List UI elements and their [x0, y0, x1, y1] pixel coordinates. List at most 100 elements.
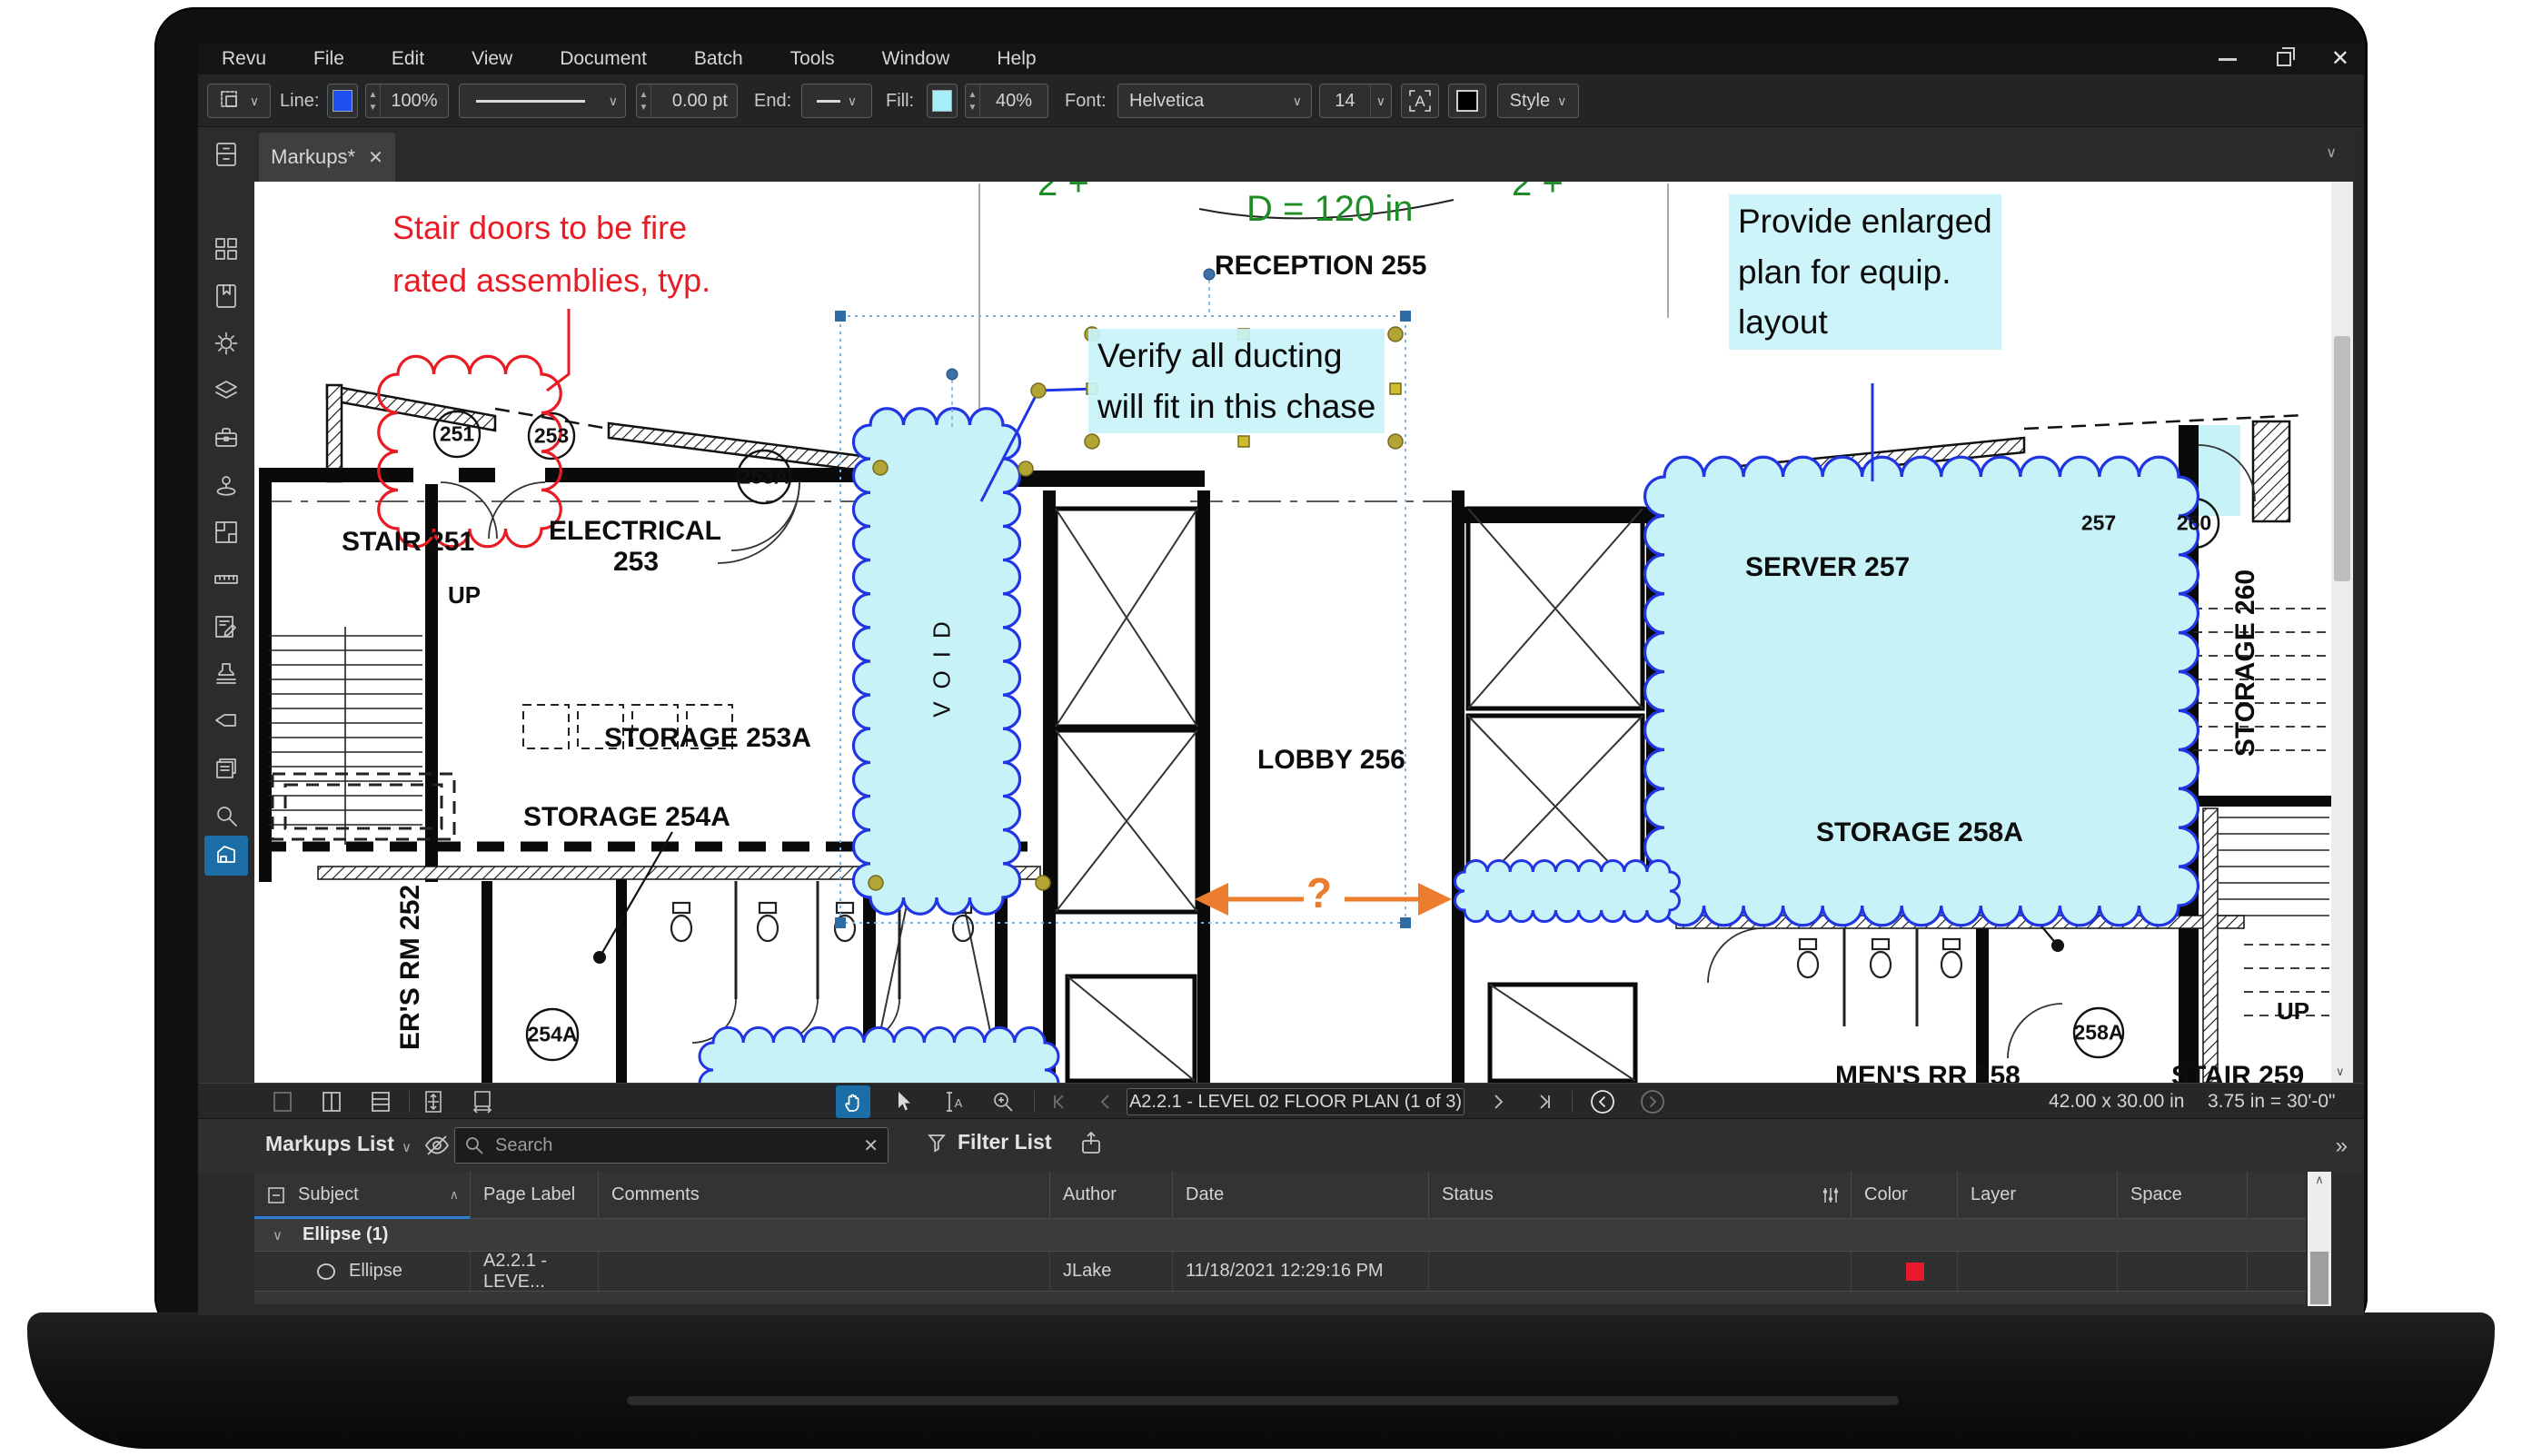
- bookmarks-icon[interactable]: [204, 276, 248, 316]
- font-dropdown[interactable]: Helvetica∨: [1117, 84, 1312, 118]
- navigation-bar: A A2.2.1 - LEVEL 02 FLOOR PLAN (1 of 3) …: [198, 1083, 2364, 1119]
- fill-opacity-stepper[interactable]: ▲▼40%: [965, 84, 1048, 118]
- hide-markups-icon[interactable]: [422, 1130, 452, 1161]
- search-input[interactable]: [493, 1134, 854, 1157]
- column-page-label[interactable]: Page Label: [470, 1172, 598, 1218]
- last-page-icon[interactable]: [1526, 1085, 1561, 1118]
- pan-hand-icon[interactable]: [836, 1085, 870, 1118]
- menu-batch[interactable]: Batch: [670, 48, 767, 70]
- page-label-box[interactable]: A2.2.1 - LEVEL 02 FLOOR PLAN (1 of 3): [1127, 1088, 1465, 1115]
- markups-search-box[interactable]: ✕: [454, 1127, 889, 1164]
- split-horizontal-icon[interactable]: [363, 1085, 398, 1118]
- scroll-up-icon[interactable]: ∧: [2308, 1172, 2331, 1188]
- menu-revu[interactable]: Revu: [198, 48, 290, 70]
- menu-tools[interactable]: Tools: [767, 48, 859, 70]
- verify-callout-markup[interactable]: Verify all ductingwill fit in this chase: [1088, 329, 1385, 433]
- collapse-all-icon[interactable]: [267, 1186, 285, 1204]
- properties-icon[interactable]: [204, 323, 248, 363]
- column-status[interactable]: Status: [1428, 1172, 1851, 1218]
- menu-view[interactable]: View: [448, 48, 536, 70]
- markup-color-swatch[interactable]: [1906, 1263, 1924, 1281]
- line-width-stepper[interactable]: ▲▼0.00 pt: [636, 84, 738, 118]
- column-subject[interactable]: Subject ∧: [254, 1172, 470, 1218]
- drawing-canvas[interactable]: Stair doors to be firerated assemblies, …: [254, 182, 2331, 1083]
- zoom-icon[interactable]: [986, 1085, 1020, 1118]
- door-bubble-253a: 253A: [740, 465, 789, 490]
- next-page-icon[interactable]: [1481, 1085, 1515, 1118]
- menu-edit[interactable]: Edit: [368, 48, 448, 70]
- status-filter-icon[interactable]: [1820, 1184, 1842, 1206]
- text-color-button[interactable]: [1448, 84, 1486, 118]
- line-style-dropdown[interactable]: ∨: [459, 84, 626, 118]
- markup-row-ellipse[interactable]: Ellipse A2.2.1 - LEVE... JLake 11/18/202…: [254, 1252, 2306, 1292]
- line-color-swatch[interactable]: [327, 84, 358, 118]
- scroll-down-icon[interactable]: ∨: [2336, 1065, 2345, 1079]
- properties-toolbar: ∨ Line: ▲▼100% ∨ ▲▼0.00 pt End: ∨ Fill: …: [198, 74, 2364, 127]
- fire-note-markup[interactable]: Stair doors to be firerated assemblies, …: [392, 202, 710, 306]
- menu-window[interactable]: Window: [859, 48, 974, 70]
- flags-icon[interactable]: [204, 701, 248, 741]
- rooms-icon[interactable]: [204, 836, 248, 876]
- first-page-icon[interactable]: [1043, 1085, 1077, 1118]
- search-clear-icon[interactable]: ✕: [863, 1134, 879, 1157]
- fit-width-icon[interactable]: [465, 1085, 500, 1118]
- column-author[interactable]: Author: [1049, 1172, 1172, 1218]
- select-tool-dropdown[interactable]: ∨: [207, 84, 271, 118]
- column-layer[interactable]: Layer: [1957, 1172, 2117, 1218]
- column-date[interactable]: Date: [1172, 1172, 1428, 1218]
- canvas-scrollbar[interactable]: ∨: [2331, 182, 2353, 1083]
- thumbnails-icon[interactable]: [204, 229, 248, 269]
- tab-markups[interactable]: Markups* ✕: [259, 133, 395, 182]
- question-mark-markup[interactable]: ?: [1306, 868, 1332, 917]
- collapse-panel-icon[interactable]: »: [2336, 1134, 2348, 1159]
- label-void: VOID: [928, 609, 957, 718]
- provide-callout-markup[interactable]: Provide enlargedplan for equip.layout: [1729, 194, 2001, 350]
- single-page-icon[interactable]: [265, 1085, 300, 1118]
- group-chevron-icon[interactable]: ∨: [273, 1227, 283, 1243]
- markups-list-title[interactable]: Markups List: [265, 1132, 394, 1156]
- column-color[interactable]: Color: [1851, 1172, 1957, 1218]
- font-size-dropdown[interactable]: 14∨: [1319, 84, 1392, 118]
- previous-page-icon[interactable]: [1088, 1085, 1123, 1118]
- tabbar-chevron-icon[interactable]: ∨: [2326, 144, 2337, 162]
- places-icon[interactable]: [204, 465, 248, 505]
- panel-chevron-icon[interactable]: ∨: [402, 1139, 412, 1155]
- split-vertical-icon[interactable]: [314, 1085, 349, 1118]
- restore-icon[interactable]: [2277, 52, 2291, 66]
- table-scrollbar-thumb[interactable]: [2310, 1252, 2328, 1304]
- previous-view-icon[interactable]: [1585, 1085, 1620, 1118]
- stamps-icon[interactable]: [204, 654, 248, 694]
- layers-icon[interactable]: [204, 371, 248, 411]
- table-scrollbar[interactable]: ∧: [2308, 1172, 2331, 1306]
- close-icon[interactable]: ✕: [2331, 48, 2349, 70]
- minimize-icon[interactable]: [2219, 58, 2237, 61]
- style-dropdown[interactable]: Style∨: [1497, 84, 1579, 118]
- autosize-text-icon[interactable]: A: [1401, 84, 1439, 118]
- summary-export-icon[interactable]: [1077, 1130, 1105, 1157]
- file-access-icon[interactable]: [204, 134, 248, 174]
- tool-chest-icon[interactable]: [204, 418, 248, 458]
- tab-close-icon[interactable]: ✕: [368, 146, 383, 169]
- menu-document[interactable]: Document: [536, 48, 670, 70]
- fit-page-icon[interactable]: [416, 1085, 451, 1118]
- group-row-ellipse[interactable]: ∨ Ellipse (1): [254, 1219, 2306, 1252]
- label-up-right: UP: [2277, 997, 2309, 1025]
- line-end-dropdown[interactable]: ∨: [801, 84, 872, 118]
- select-cursor-icon[interactable]: [886, 1085, 920, 1118]
- menu-file[interactable]: File: [290, 48, 368, 70]
- menu-help[interactable]: Help: [973, 48, 1059, 70]
- column-space[interactable]: Space: [2117, 1172, 2247, 1218]
- fill-color-swatch[interactable]: [927, 84, 958, 118]
- measurements-icon[interactable]: [204, 560, 248, 599]
- next-view-icon[interactable]: [1635, 1085, 1670, 1118]
- sets-icon[interactable]: [204, 748, 248, 788]
- line-zoom-stepper[interactable]: ▲▼100%: [365, 84, 449, 118]
- select-text-icon[interactable]: A: [936, 1085, 970, 1118]
- filter-list-button[interactable]: Filter List: [925, 1130, 1052, 1154]
- canvas-scrollbar-thumb[interactable]: [2334, 336, 2350, 581]
- spaces-icon[interactable]: [204, 512, 248, 552]
- column-comments[interactable]: Comments: [598, 1172, 1049, 1218]
- dimension-text-markup[interactable]: D = 120 in: [1246, 189, 1413, 230]
- markup-summary-icon[interactable]: [204, 607, 248, 647]
- search-icon[interactable]: [204, 796, 248, 836]
